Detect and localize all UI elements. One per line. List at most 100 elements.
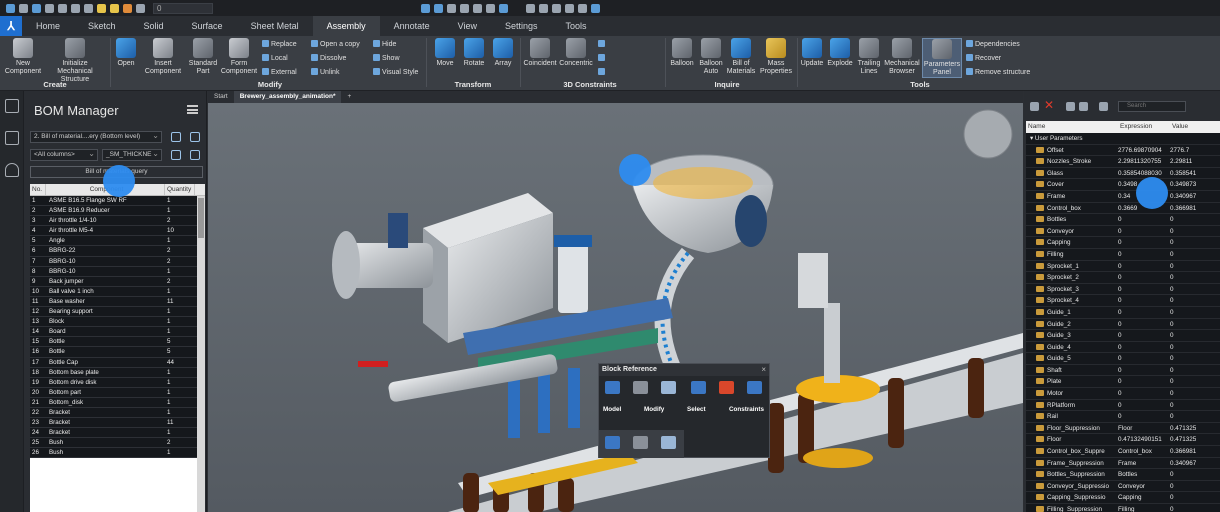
constraint-tools-row[interactable] [598,68,607,77]
tab-annotate[interactable]: Annotate [380,16,444,36]
parameter-expression[interactable]: 0 [1115,261,1167,272]
parameter-row[interactable]: Guide_3 0 0 [1026,330,1220,342]
parameter-row[interactable]: Capping_Suppressio Capping 0 [1026,492,1220,504]
undo-icon[interactable] [71,3,80,13]
snap-icon[interactable] [434,3,443,13]
table-row[interactable]: 11 Base washer 11 [30,296,205,308]
parameter-row[interactable]: Guide_2 0 0 [1026,319,1220,331]
parameter-expression[interactable]: 0 [1115,226,1167,237]
unlink-button[interactable]: Unlink [311,68,339,77]
view-cube-icon[interactable] [473,3,482,13]
table-row[interactable]: 6 BBRG-22 2 [30,246,205,257]
bom-level-select[interactable]: 2. Bill of material....ery (Bottom level… [30,131,162,143]
layer-select[interactable]: 0 [153,2,213,14]
open-file-icon[interactable] [19,3,28,13]
rotate-icon[interactable] [633,436,648,449]
insert-component-button[interactable]: Insert Component [142,38,184,76]
parameter-expression[interactable]: 0 [1115,284,1167,295]
delete-icon[interactable]: ✕ [1044,98,1054,112]
view-cube-icon[interactable] [499,3,508,13]
parameter-expression[interactable]: 0 [1115,388,1167,399]
mass-properties-button[interactable]: Mass Properties [758,38,794,76]
parameter-row[interactable]: Guide_5 0 0 [1026,353,1220,365]
3d-viewport[interactable]: Start Brewery_assembly_animation* + Bloc… [208,91,1023,512]
table-row[interactable]: 7 BBRG-10 2 [30,256,205,267]
parameter-row[interactable]: RPlatform 0 0 [1026,400,1220,412]
parameter-row[interactable]: Cover 0.3498 0.349873 [1026,179,1220,191]
table-row[interactable]: 15 Bottle 5 [30,337,205,348]
view-cube-icon[interactable] [447,3,456,13]
parameter-expression[interactable]: 0.35854088030 [1115,168,1167,179]
columns-select[interactable]: <All columns> [30,149,98,161]
tab-start[interactable]: Start [208,91,234,103]
surface-icon[interactable] [661,436,676,449]
menu-icon[interactable] [187,105,198,114]
parameter-row[interactable]: Rail 0 0 [1026,411,1220,423]
constraint-tools-row[interactable] [598,54,607,63]
parameter-row[interactable]: Guide_1 0 0 [1026,307,1220,319]
table-row[interactable]: 3 Air throttle 1/4-10 2 [30,216,205,227]
cube-icon[interactable] [4,131,19,145]
save-icon[interactable] [32,3,41,13]
layer-color-icon[interactable] [136,3,145,13]
show-button[interactable]: Show [373,54,400,63]
eraser-icon[interactable] [552,3,561,13]
tab-view[interactable]: View [444,16,491,36]
table-row[interactable]: 4 Air throttle M5-4 10 [30,226,205,237]
parameter-expression[interactable]: Filling [1115,504,1167,512]
refresh-icon[interactable] [171,132,181,142]
view-cube-icon[interactable] [963,109,1013,159]
update-button[interactable]: Update [798,38,826,68]
parameter-row[interactable]: Guide_4 0 0 [1026,342,1220,354]
parameter-expression[interactable]: 0 [1115,342,1167,353]
replace-button[interactable]: Replace [262,40,297,49]
image-icon[interactable] [578,3,587,13]
sun-icon[interactable] [110,3,119,13]
table-row[interactable]: 21 Bottom_disk 1 [30,397,205,408]
help-icon[interactable] [591,3,600,13]
parameter-row[interactable]: Conveyor_Suppressio Conveyor 0 [1026,481,1220,493]
constraints-label[interactable]: Constraints [729,406,764,413]
table-row[interactable]: 10 Ball valve 1 inch 1 [30,286,205,297]
parameter-row[interactable]: Sprocket_3 0 0 [1026,284,1220,296]
parameter-row[interactable]: Bottles 0 0 [1026,214,1220,226]
parameter-expression[interactable]: Floor [1115,423,1167,434]
table-icon[interactable] [526,3,535,13]
parameter-row[interactable]: Control_box 0.3669 0.366981 [1026,203,1220,215]
table-row[interactable]: 14 Board 1 [30,327,205,338]
redo-icon[interactable] [84,3,93,13]
trailing-lines-button[interactable]: Trailing Lines [856,38,882,76]
print-icon[interactable] [58,3,67,13]
parameter-expression[interactable]: 2.29811320755 [1115,156,1167,167]
parameter-row[interactable]: Shaft 0 0 [1026,365,1220,377]
parameter-row[interactable]: Conveyor 0 0 [1026,226,1220,238]
tab-settings[interactable]: Settings [491,16,552,36]
parameter-row[interactable]: Offset 2776.69870904 2776.7 [1026,145,1220,157]
parameter-row[interactable]: Sprocket_1 0 0 [1026,261,1220,273]
lock-icon[interactable] [123,3,132,13]
concentric-button[interactable]: Concentric [558,38,594,68]
parameter-row[interactable]: Sprocket_2 0 0 [1026,272,1220,284]
parameter-expression[interactable]: 0 [1115,319,1167,330]
form-component-button[interactable]: Form Component [220,38,258,76]
table-row[interactable]: 1 ASME B16.5 Flange SW RF 1 [30,196,205,207]
bulb-icon[interactable] [4,163,19,177]
parameter-expression[interactable]: 0 [1115,365,1167,376]
view-cube-icon[interactable] [486,3,495,13]
parameter-expression[interactable]: 0 [1115,237,1167,248]
move-icon[interactable] [605,381,620,394]
bill-of-materials-button[interactable]: Bill of Materials [726,38,756,76]
layers-icon[interactable] [539,3,548,13]
save-as-icon[interactable] [45,3,54,13]
close-icon[interactable]: × [761,365,766,374]
table-row[interactable]: 26 Bush 1 [30,448,205,459]
move-icon[interactable] [605,436,620,449]
parameter-row[interactable]: Frame_Suppression Frame 0.340967 [1026,458,1220,470]
constraint-icon[interactable] [691,381,706,394]
tab-tools[interactable]: Tools [552,16,601,36]
filter-select[interactable]: _SM_THICKNE [102,149,162,161]
constraint-tools-row[interactable] [598,40,607,49]
table-row[interactable]: 12 Bearing support 1 [30,307,205,318]
parameter-expression[interactable]: 0 [1115,353,1167,364]
parameter-row[interactable]: Bottles_Suppression Bottles 0 [1026,469,1220,481]
